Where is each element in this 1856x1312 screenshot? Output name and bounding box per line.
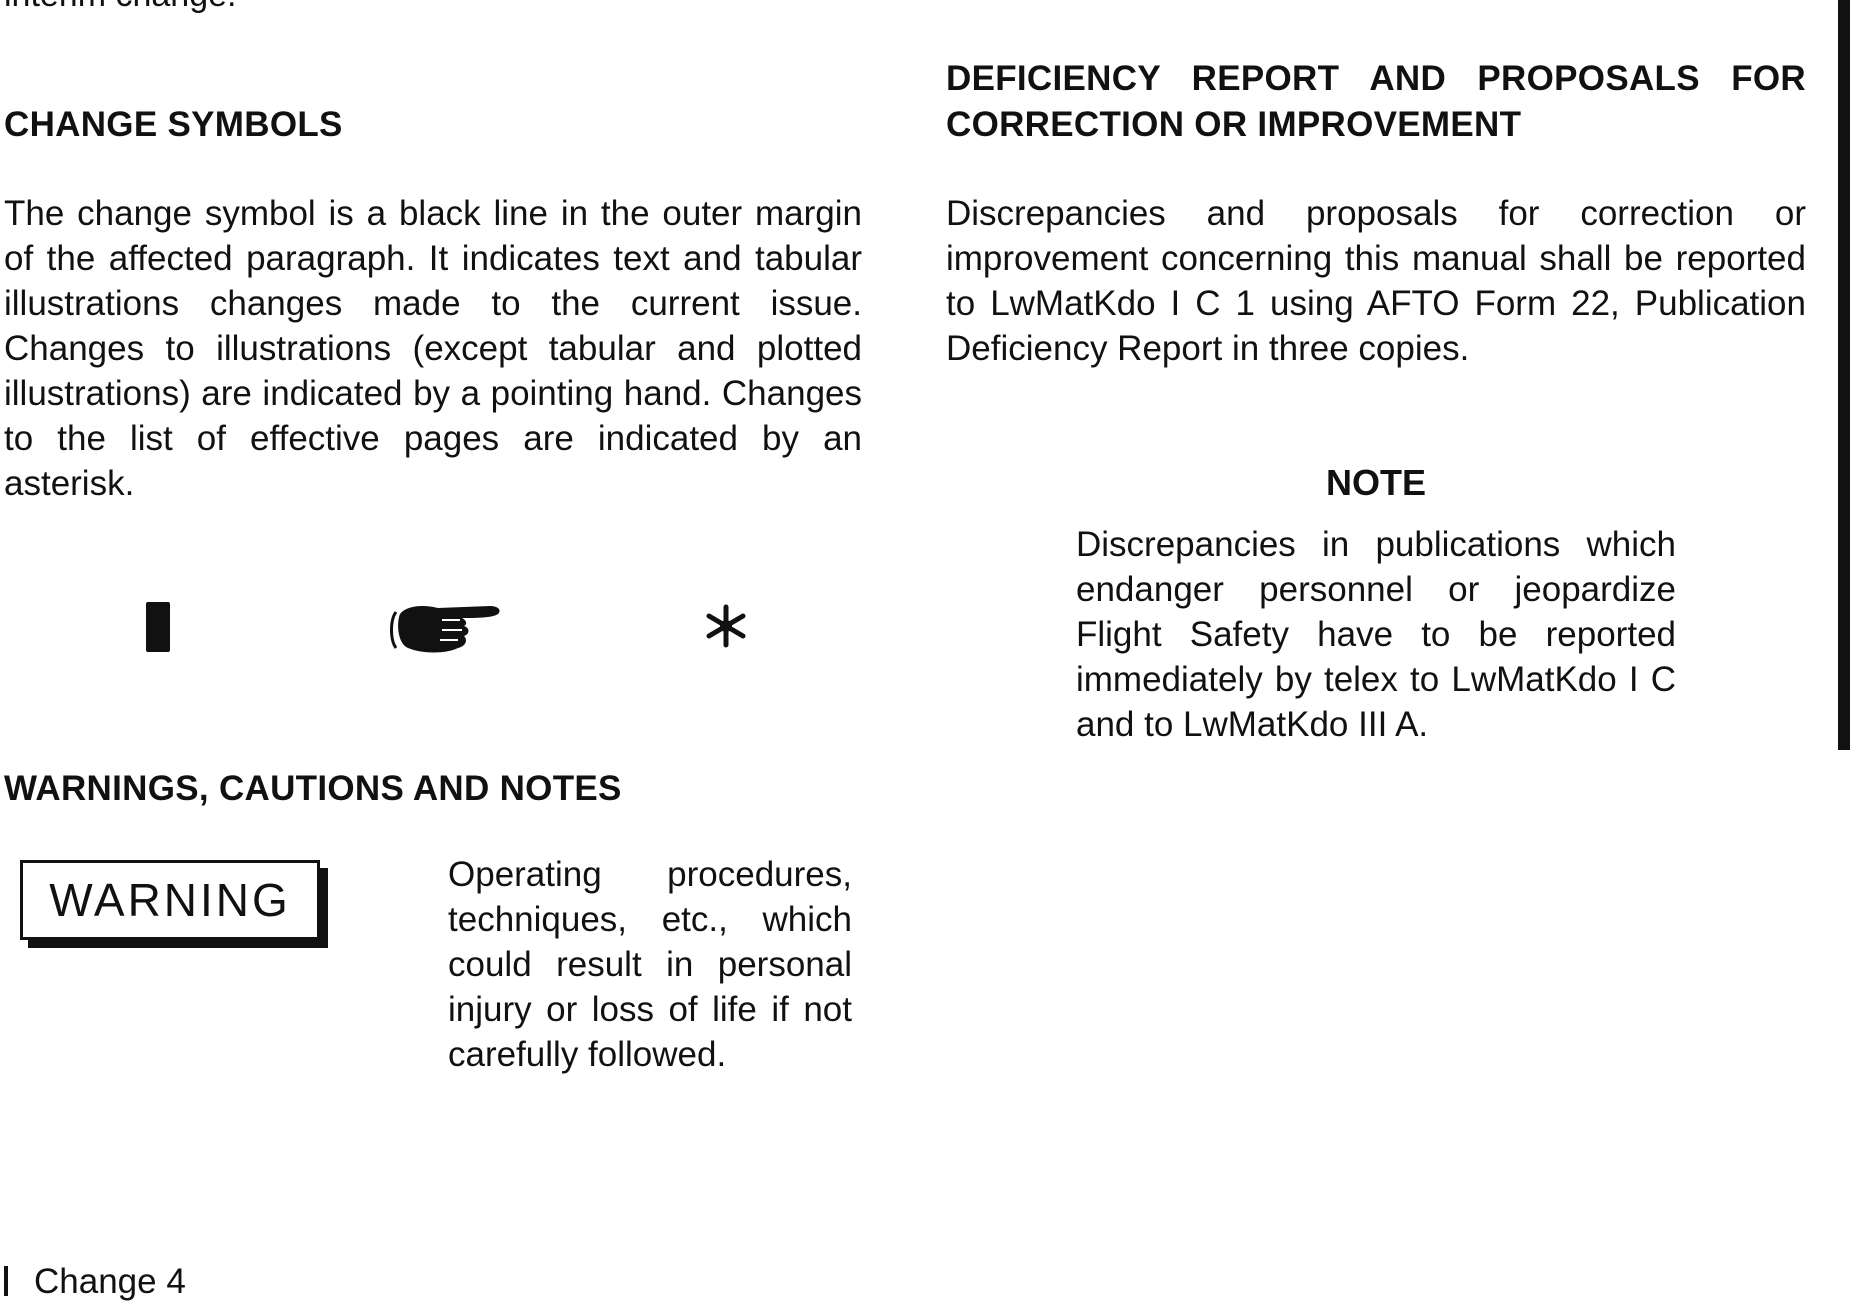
manual-page: interim change. CHANGE SYMBOLS The chang… [0, 0, 1856, 1312]
note-title: NOTE [1325, 462, 1426, 503]
warning-label-box: WARNING [20, 860, 328, 948]
change-symbols-paragraph: The change symbol is a black line in the… [4, 194, 862, 503]
footer-change-label: Change 4 [34, 1262, 186, 1301]
change-symbols-heading: CHANGE SYMBOLS [4, 105, 343, 144]
change-bar-icon [146, 602, 170, 652]
asterisk-icon [706, 604, 746, 648]
page-footer: Change 4 [4, 1262, 186, 1302]
footer-change-bar-icon [4, 1266, 8, 1296]
note-text: Discrepancies in publications which enda… [1076, 525, 1676, 744]
deficiency-report-heading: DEFICIENCY REPORT AND PROPOSALS FOR CORR… [946, 59, 1806, 144]
warning-box-shadow-bottom [28, 940, 328, 948]
pointing-hand-icon [390, 606, 500, 653]
change-symbols-row [4, 590, 862, 670]
warnings-cautions-notes-heading: WARNINGS, CAUTIONS AND NOTES [4, 769, 622, 808]
warning-box-shadow-right [320, 868, 328, 948]
deficiency-report-paragraph: Discrepancies and proposals for correcti… [946, 194, 1806, 368]
change-bar-margin-line [1838, 0, 1850, 750]
warning-label: WARNING [20, 860, 320, 940]
warning-description: Operating procedures, techniques, etc., … [448, 855, 852, 1074]
previous-text-fragment: interim change. [4, 0, 236, 12]
